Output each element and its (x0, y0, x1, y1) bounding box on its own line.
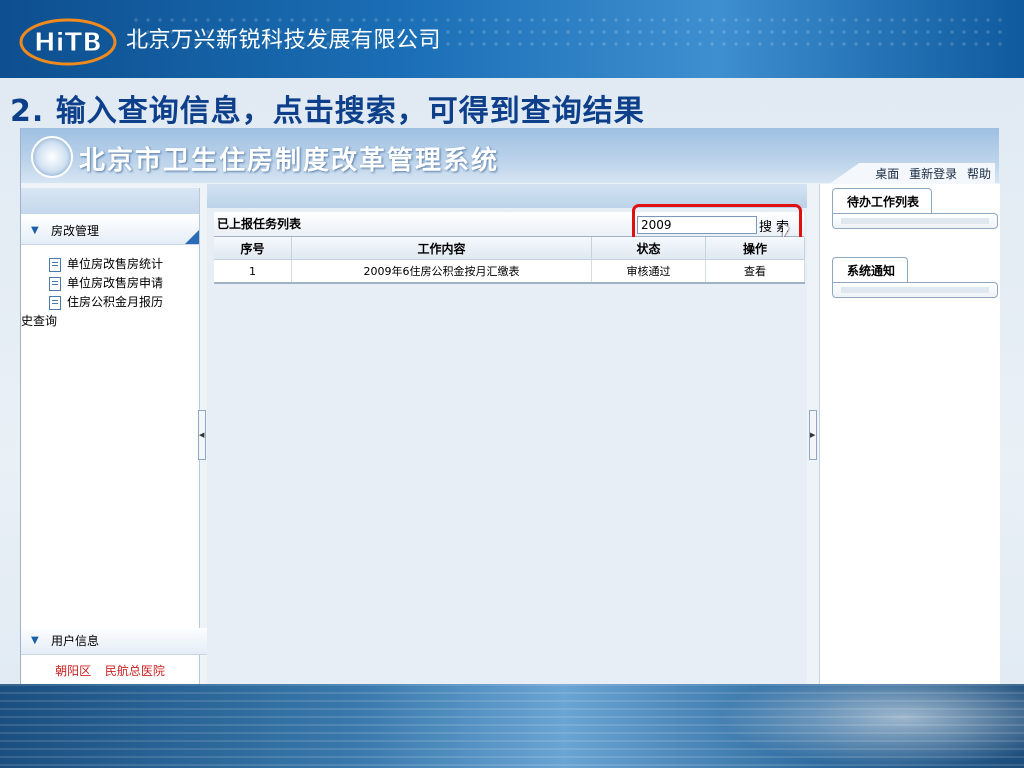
sidebar: ▼ 房改管理 单位房改售房统计 单位房改售房申请 住房公积金月报历 史查询 ▼ … (21, 188, 229, 684)
desktop-link[interactable]: 桌面 (875, 167, 899, 181)
menu-section-housing[interactable]: ▼ 房改管理 (21, 218, 199, 245)
tab-system-notice[interactable]: 系统通知 (832, 257, 909, 282)
column-header[interactable]: 操作 (705, 237, 805, 260)
menu-item-label: 单位房改售房申请 (67, 276, 164, 290)
view-link[interactable]: 查看 (705, 259, 805, 284)
user-hospital: 民航总医院 (104, 664, 165, 678)
menu-section-label: 房改管理 (51, 224, 100, 238)
corner-triangle-icon (185, 230, 199, 244)
menu-item-unit-sales-apply[interactable]: 单位房改售房申请 (21, 274, 199, 293)
table-row[interactable]: 1 2009年6住房公积金按月汇缴表 审核通过 查看 (214, 259, 805, 284)
notice-panel: 系统通知 (832, 257, 998, 298)
system-emblem-icon (31, 136, 73, 178)
document-icon (49, 277, 61, 291)
cell-no: 1 (214, 259, 292, 284)
slide-title: 2. 输入查询信息，点击搜索，可得到查询结果 (10, 94, 645, 129)
sidebar-header-bar (21, 188, 199, 214)
table-header-row: 序号 工作内容 状态 操作 (214, 237, 805, 260)
user-district: 朝阳区 (55, 664, 92, 678)
right-panel: 待办工作列表 系统通知 (819, 184, 1000, 684)
menu-section-user-info[interactable]: ▼ 用户信息 (21, 628, 229, 655)
bottom-decoration (0, 684, 1024, 768)
column-header[interactable]: 序号 (214, 237, 292, 260)
tab-todo-list[interactable]: 待办工作列表 (832, 188, 933, 213)
user-org: 朝阳区 民航总医院 (21, 662, 199, 679)
app-header: 北京市卫生住房制度改革管理系统 桌面 重新登录 帮助 (21, 128, 999, 184)
collapse-left-handle[interactable]: ◀ (198, 410, 206, 460)
main-content: 已上报任务列表 搜索 序号 工作内容 状态 操作 1 2009年6住房公积金按月… (207, 184, 807, 684)
menu-item-label-wrap[interactable]: 史查询 (21, 312, 199, 330)
help-link[interactable]: 帮助 (967, 167, 991, 181)
menu-item-unit-sales-stats[interactable]: 单位房改售房统计 (21, 255, 199, 274)
column-header[interactable]: 工作内容 (291, 237, 592, 260)
app-window: 北京市卫生住房制度改革管理系统 桌面 重新登录 帮助 ▼ 房改管理 单位房改售房… (20, 128, 1000, 684)
mouse-cursor-icon (783, 224, 789, 238)
chevron-down-icon: ▼ (31, 635, 39, 646)
todo-panel-body (832, 213, 998, 229)
task-table: 序号 工作内容 状态 操作 1 2009年6住房公积金按月汇缴表 审核通过 查看 (214, 237, 805, 284)
hitb-logo-icon: HiTB (19, 18, 117, 66)
company-name: 北京万兴新锐科技发展有限公司 (126, 28, 442, 53)
relogin-link[interactable]: 重新登录 (909, 167, 957, 181)
document-icon (49, 258, 61, 272)
logo-text: HiTB (34, 28, 102, 58)
notice-panel-body (832, 282, 998, 298)
menu-section-label: 用户信息 (51, 634, 100, 648)
menu-item-label: 单位房改售房统计 (67, 257, 164, 271)
document-icon (49, 296, 61, 310)
list-title: 已上报任务列表 (217, 217, 302, 231)
todo-panel: 待办工作列表 (832, 188, 998, 229)
cell-status: 审核通过 (591, 259, 706, 284)
column-header[interactable]: 状态 (591, 237, 706, 260)
menu-item-fund-monthly-history[interactable]: 住房公积金月报历 (21, 293, 199, 312)
menu-tree: 单位房改售房统计 单位房改售房申请 住房公积金月报历 史查询 (21, 245, 199, 330)
menu-item-label: 住房公积金月报历 (67, 295, 164, 309)
top-links: 桌面 重新登录 帮助 (829, 163, 995, 184)
slide-banner: HiTB 北京万兴新锐科技发展有限公司 (0, 0, 1024, 78)
cell-content: 2009年6住房公积金按月汇缴表 (291, 259, 592, 284)
chevron-down-icon: ▼ (31, 225, 39, 236)
collapse-right-handle[interactable]: ▶ (809, 410, 817, 460)
system-title: 北京市卫生住房制度改革管理系统 (79, 146, 500, 176)
